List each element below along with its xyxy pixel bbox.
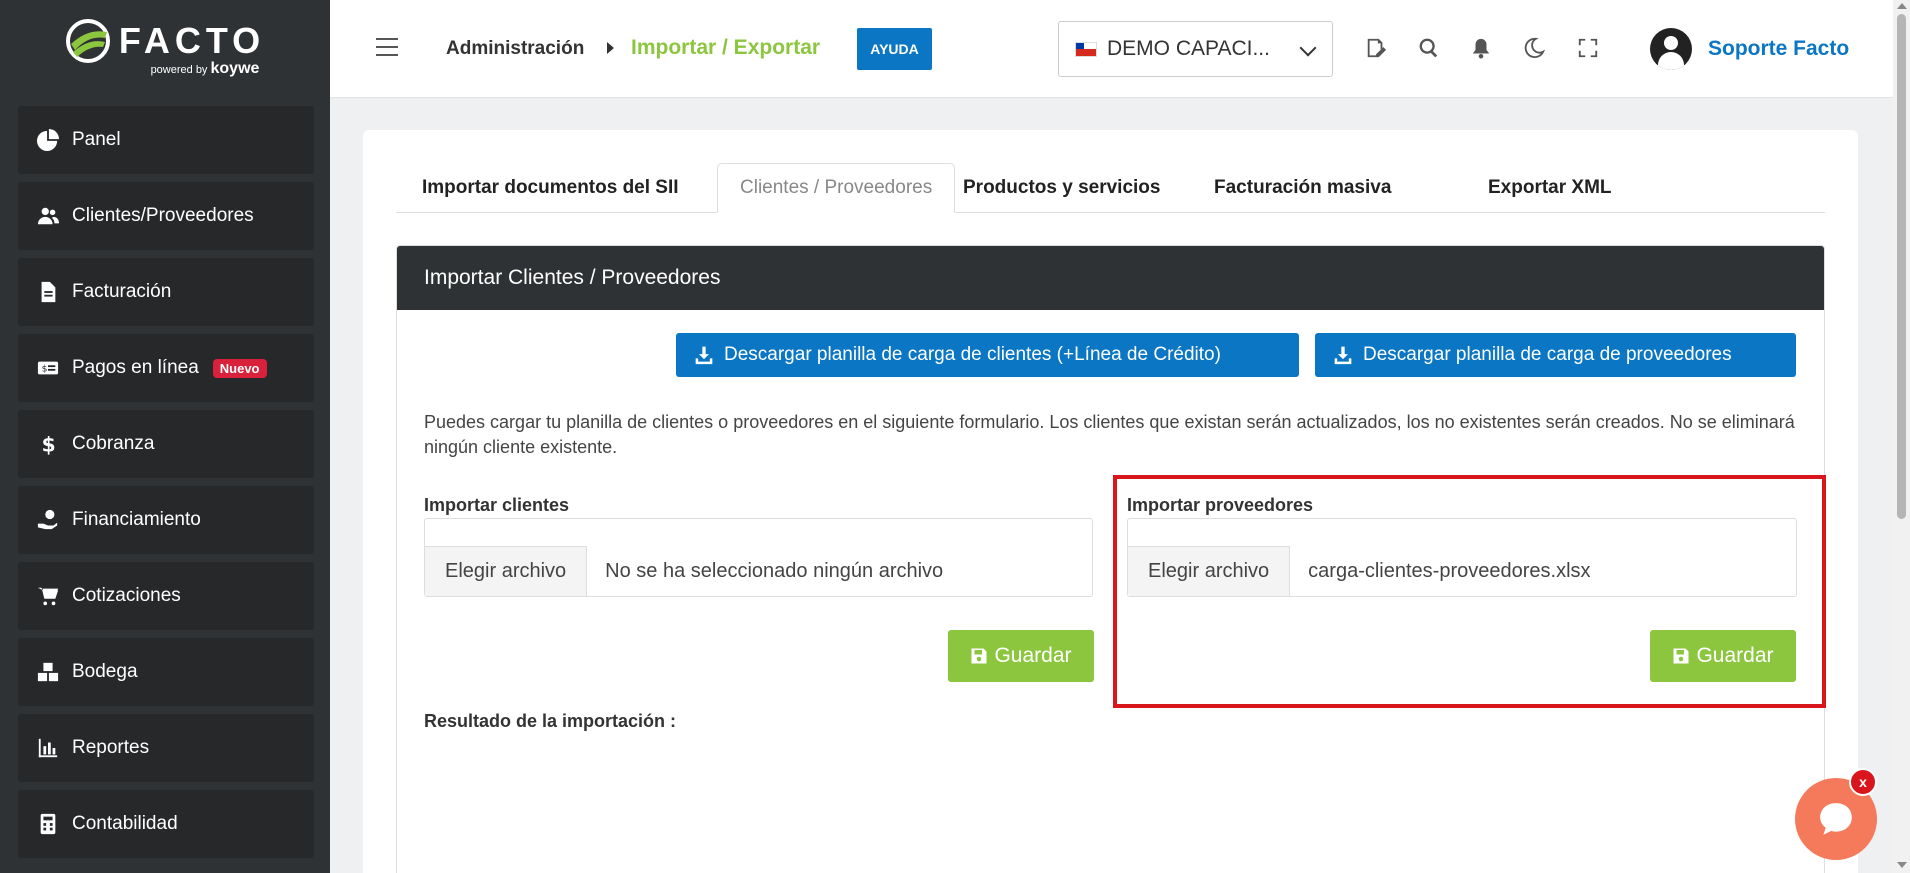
users-icon	[36, 204, 60, 228]
sidebar-item-label: Bodega	[72, 661, 138, 682]
calculator-icon	[36, 812, 60, 836]
bar-chart-icon	[36, 736, 60, 760]
tab-importar-documentos-sii[interactable]: Importar documentos del SII	[422, 163, 679, 213]
breadcrumb-current: Importar / Exportar	[631, 36, 821, 59]
tab-bar: Importar documentos del SII Clientes / P…	[396, 163, 1825, 213]
sidebar-item-cobranza[interactable]: $ Cobranza	[18, 410, 314, 478]
download-clients-label: Descargar planilla de carga de clientes …	[724, 344, 1221, 365]
new-badge: Nuevo	[212, 358, 267, 378]
sidebar-item-label: Clientes/Proveedores	[72, 205, 254, 226]
logo-brand: koywe	[210, 60, 260, 77]
sidebar-item-label: Contabilidad	[72, 813, 178, 834]
company-name: DEMO CAPACI...	[1107, 37, 1270, 60]
choose-file-button[interactable]: Elegir archivo	[425, 546, 588, 596]
search-icon[interactable]	[1418, 37, 1442, 61]
sidebar-item-bodega[interactable]: Bodega	[18, 638, 314, 706]
sidebar-item-label: Cotizaciones	[72, 585, 181, 606]
breadcrumb-separator-icon	[607, 42, 614, 54]
logo-powered-text: powered by	[150, 64, 208, 76]
download-clients-template-button[interactable]: Descargar planilla de carga de clientes …	[676, 333, 1299, 377]
clients-file-name: No se ha seleccionado ningún archivo	[605, 559, 944, 582]
download-providers-template-button[interactable]: Descargar planilla de carga de proveedor…	[1315, 333, 1796, 377]
facto-logo-icon	[65, 19, 110, 63]
tab-exportar-xml[interactable]: Exportar XML	[1488, 163, 1612, 213]
scroll-up-icon[interactable]	[1897, 3, 1907, 9]
breadcrumb-root[interactable]: Administración	[446, 38, 584, 60]
sidebar-item-cotizaciones[interactable]: Cotizaciones	[18, 562, 314, 630]
topbar: Administración Importar / Exportar AYUDA…	[330, 0, 1910, 98]
sidebar-item-contabilidad[interactable]: Contabilidad	[18, 790, 314, 858]
sidebar-item-label: Panel	[72, 129, 121, 150]
cart-icon	[36, 584, 60, 608]
sidebar-item-label: Financiamiento	[72, 509, 201, 530]
scrollbar[interactable]	[1893, 0, 1910, 873]
sidebar-item-clientes-proveedores[interactable]: Clientes/Proveedores	[18, 182, 314, 250]
pie-chart-icon	[36, 128, 60, 152]
download-icon	[695, 346, 713, 365]
sidebar-item-facturacion[interactable]: Facturación	[18, 258, 314, 326]
tab-productos-servicios[interactable]: Productos y servicios	[963, 163, 1160, 213]
svg-text:$: $	[42, 433, 56, 455]
clients-file-input[interactable]: Elegir archivo No se ha seleccionado nin…	[424, 518, 1093, 597]
chat-bubble-icon	[1820, 803, 1852, 835]
menu-toggle-icon[interactable]	[376, 38, 398, 58]
user-name[interactable]: Soporte Facto	[1708, 37, 1849, 61]
save-clients-button[interactable]: Guardar	[948, 630, 1094, 682]
logo-powered: powered by koywe	[151, 60, 260, 78]
help-button[interactable]: AYUDA	[857, 28, 932, 70]
import-clients-label: Importar clientes	[424, 495, 570, 515]
import-result-label: Resultado de la importación :	[424, 711, 677, 731]
dollar-icon: $	[36, 432, 60, 456]
scroll-down-icon[interactable]	[1897, 862, 1907, 868]
sidebar-item-label: Facturación	[72, 281, 172, 302]
highlight-box	[1113, 475, 1826, 708]
moon-icon[interactable]	[1523, 37, 1547, 61]
hand-coin-icon	[36, 508, 60, 532]
boxes-icon	[36, 660, 60, 684]
facto-logo[interactable]: FACTO powered by koywe	[0, 0, 330, 96]
bell-icon[interactable]	[1470, 37, 1494, 61]
download-providers-label: Descargar planilla de carga de proveedor…	[1363, 344, 1732, 365]
edit-document-icon[interactable]	[1365, 37, 1389, 61]
avatar[interactable]	[1650, 28, 1692, 70]
company-select[interactable]: DEMO CAPACI...	[1058, 21, 1333, 77]
chevron-down-icon	[1299, 39, 1317, 57]
chile-flag-icon	[1075, 41, 1097, 57]
floppy-disk-icon	[971, 648, 987, 664]
money-card-icon: $	[36, 356, 60, 380]
sidebar-item-panel[interactable]: Panel	[18, 106, 314, 174]
sidebar-item-label: Pagos en línea	[72, 357, 199, 378]
panel-title: Importar Clientes / Proveedores	[397, 246, 1824, 310]
scrollbar-thumb[interactable]	[1897, 14, 1906, 519]
sidebar-item-financiamiento[interactable]: Financiamiento	[18, 486, 314, 554]
chat-close-button[interactable]: x	[1849, 768, 1877, 796]
logo-text: FACTO	[118, 20, 266, 61]
sidebar-item-reportes[interactable]: Reportes	[18, 714, 314, 782]
svg-text:$: $	[42, 364, 48, 375]
tab-facturacion-masiva[interactable]: Facturación masiva	[1214, 163, 1391, 213]
import-description: Puedes cargar tu planilla de clientes o …	[424, 412, 1795, 457]
save-label: Guardar	[994, 644, 1072, 667]
document-icon	[36, 280, 60, 304]
tab-clientes-proveedores[interactable]: Clientes / Proveedores	[717, 163, 956, 213]
sidebar: FACTO powered by koywe Panel Clientes/Pr…	[0, 0, 330, 873]
fullscreen-icon[interactable]	[1577, 37, 1601, 61]
sidebar-item-label: Cobranza	[72, 433, 155, 454]
download-icon	[1334, 346, 1352, 365]
sidebar-item-label: Reportes	[72, 737, 150, 758]
sidebar-item-pagos-en-linea[interactable]: $ Pagos en línea Nuevo	[18, 334, 314, 402]
